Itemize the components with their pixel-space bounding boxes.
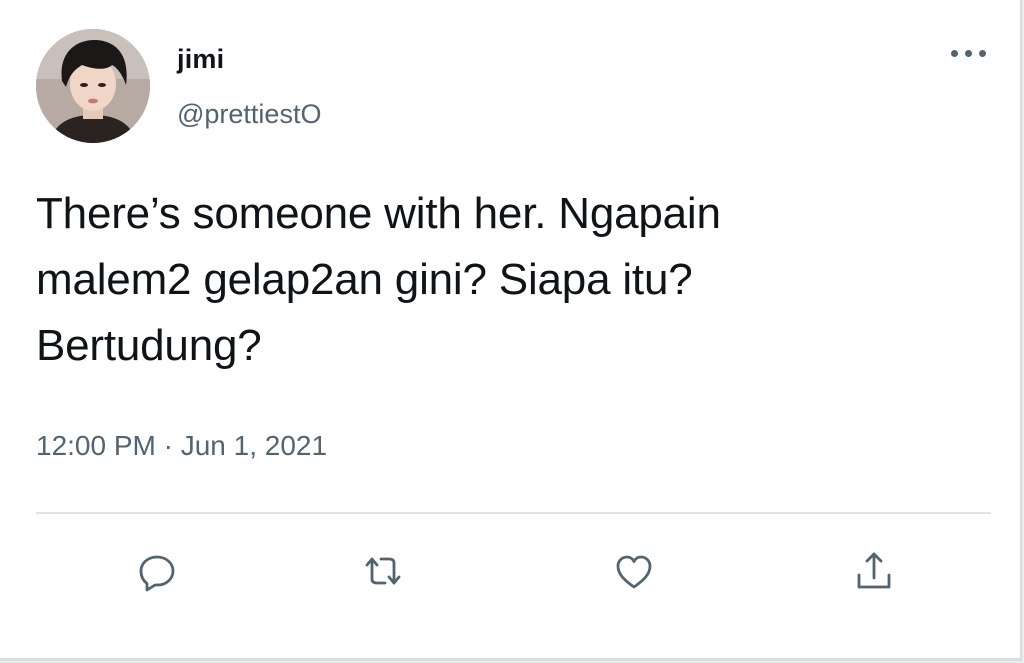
tweet-timestamp[interactable]: 12:00 PM · Jun 1, 2021 [36,430,327,462]
retweet-icon [365,557,401,585]
tweet-text-line: There’s someone with her. Ngapain [36,189,721,238]
more-dot-icon [964,49,972,57]
like-button[interactable] [610,547,658,595]
share-icon [857,552,891,589]
divider [36,512,991,514]
tweet-text-line: malem2 gelap2an gini? Siapa itu? [36,255,693,304]
tweet-text-line: Bertudung? [36,321,262,370]
reply-button[interactable] [133,547,181,595]
author-display-name[interactable]: jimi [177,44,224,75]
author-handle[interactable]: @prettiestO [177,99,321,130]
profile-photo-icon [36,29,150,143]
like-icon [616,555,652,589]
tweet-card: jimi @prettiestO There’s someone with he… [0,0,1022,661]
share-button[interactable] [850,547,898,595]
more-dot-icon [950,49,958,57]
more-dot-icon [978,49,986,57]
avatar[interactable] [36,29,150,143]
retweet-button[interactable] [359,547,407,595]
reply-icon [139,555,175,592]
more-options-button[interactable] [942,40,994,66]
tweet-text: There’s someone with her. Ngapain malem2… [36,181,966,379]
